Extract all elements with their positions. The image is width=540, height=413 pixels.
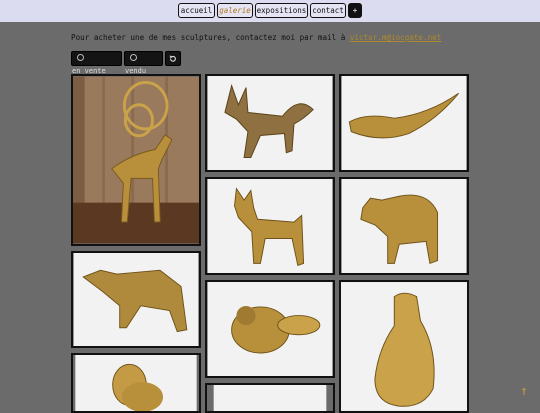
- bear-sculpture-image: [341, 179, 467, 273]
- filter-vendu-button[interactable]: vendu: [124, 51, 163, 75]
- radio-icon: [130, 54, 137, 61]
- goat-sculpture-image: [73, 76, 199, 244]
- nav-expositions[interactable]: expositions: [255, 3, 308, 18]
- plus-button[interactable]: +: [348, 3, 362, 18]
- gallery-photo[interactable]: [205, 74, 335, 172]
- intro-text: Pour acheter une de mes sculptures, cont…: [71, 33, 350, 42]
- pear-figure-sculpture-image: [341, 282, 467, 411]
- fish-sculpture-image: [341, 76, 467, 170]
- gallery-photo[interactable]: [205, 383, 335, 413]
- sculpture-image: [213, 385, 327, 411]
- intro-line: Pour acheter une de mes sculptures, cont…: [71, 33, 441, 42]
- curled-animal-sculpture-image: [207, 282, 333, 376]
- gallery-photo[interactable]: [339, 177, 469, 275]
- gallery-photo[interactable]: [205, 177, 335, 275]
- email-link[interactable]: victor.m@iocgate.net: [350, 33, 441, 42]
- arrow-up-icon[interactable]: ↑: [520, 384, 528, 399]
- reset-icon: [169, 55, 176, 62]
- nav-contact[interactable]: contact: [310, 3, 346, 18]
- nav-accueil[interactable]: accueil: [178, 3, 215, 18]
- gallery-photo[interactable]: [339, 280, 469, 413]
- nav-galerie[interactable]: galerie: [217, 3, 253, 18]
- top-nav: accueil galerie expositions contact +: [0, 0, 540, 22]
- mouse-sculpture-image: [75, 355, 197, 411]
- gallery-photo[interactable]: [71, 74, 201, 246]
- reset-filter-button[interactable]: [165, 51, 181, 66]
- gallery-photo[interactable]: [339, 74, 469, 172]
- bull-sculpture-image: [73, 253, 199, 346]
- filter-en-vente-button[interactable]: en_vente: [71, 51, 122, 75]
- gallery-photo[interactable]: [71, 251, 201, 348]
- jackal-sculpture-image: [207, 76, 333, 170]
- gallery-photo[interactable]: [205, 280, 335, 378]
- dog-sculpture-image: [207, 179, 333, 273]
- gallery-photo[interactable]: [71, 353, 201, 413]
- radio-icon: [77, 54, 84, 61]
